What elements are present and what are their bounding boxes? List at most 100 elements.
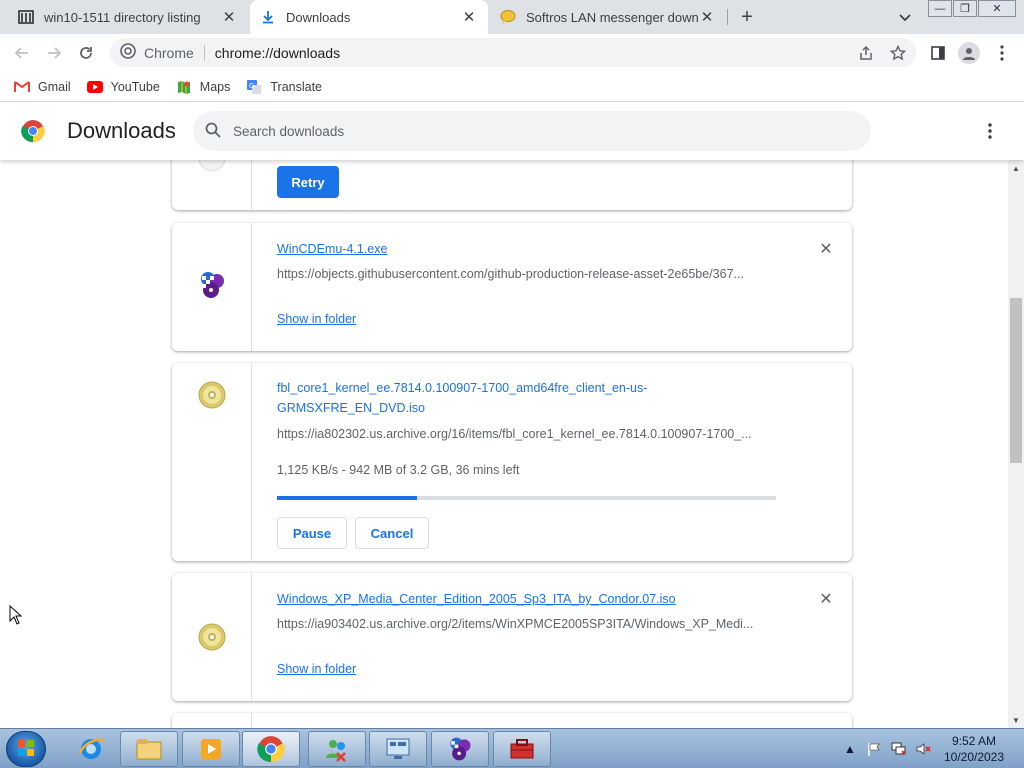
bookmark-youtube[interactable]: YouTube [86,79,160,95]
profile-avatar[interactable] [958,42,980,64]
disc-image-icon [196,379,228,411]
action-center-flag-icon[interactable] [864,729,884,768]
download-progress-bar [277,496,776,500]
scrollbar-thumb[interactable] [1010,298,1022,463]
file-url: https://ia903402.us.archive.org/2/items/… [277,617,754,631]
download-status: 1,125 KB/s - 942 MB of 3.2 GB, 36 mins l… [277,463,520,477]
browser-toolbar: Chrome chrome://downloads [0,34,1024,72]
url-text: chrome://downloads [214,44,341,61]
svg-text:G: G [249,82,254,90]
tab-directory-listing[interactable]: win10-1511 directory listing ✕ [8,0,248,34]
downloads-menu-icon[interactable] [980,121,1000,141]
page-title: Downloads [67,118,176,143]
file-url: https://objects.githubusercontent.com/gi… [277,267,744,281]
back-button[interactable] [12,43,32,63]
start-button[interactable] [6,731,46,767]
tab-title: Softros LAN messenger downloa [526,9,698,25]
maximize-button[interactable]: ❐ [953,0,977,17]
search-downloads-box[interactable] [193,111,871,151]
tab-downloads[interactable]: Downloads ✕ [250,0,488,34]
bookmark-label: YouTube [110,79,160,94]
chrome-taskbar-icon[interactable] [242,731,300,767]
download-item: fbl_core1_kernel_ee.7814.0.100907-1700_a… [172,363,852,561]
chrome-icon [120,43,136,62]
tab-search-icon[interactable] [896,8,914,26]
gmail-icon [14,79,30,95]
control-panel-icon[interactable] [369,731,427,767]
download-item: Windows_XP_Media_Center_Edition_2005_Sp3… [172,573,852,701]
close-tab-icon[interactable]: ✕ [220,8,238,26]
search-icon [205,122,221,141]
download-item [172,713,852,728]
remove-download-icon[interactable]: ✕ [818,591,834,608]
bookmark-maps[interactable]: Maps [176,79,231,95]
scrollbar[interactable]: ▲ ▼ [1008,160,1024,728]
clock-time: 9:52 AM [951,734,997,748]
retry-button[interactable]: Retry [277,166,339,198]
media-player-icon[interactable] [182,731,240,767]
show-hidden-icons-icon[interactable]: ▲ [842,729,858,768]
network-status-icon[interactable] [888,729,910,768]
download-icon [260,9,276,25]
mouse-cursor-icon [9,604,23,625]
volume-muted-icon[interactable] [912,729,934,768]
bookmark-label: Maps [199,79,231,94]
file-link[interactable]: WinCDEmu-4.1.exe [277,242,387,256]
taskbar: ▲ 9:52 AM 10/20/2023 [0,728,1024,768]
bookmark-label: Gmail [38,79,71,94]
download-icon-column [172,713,252,728]
scroll-down-arrow-icon[interactable]: ▼ [1011,715,1021,725]
scroll-up-arrow-icon[interactable]: ▲ [1011,163,1021,173]
close-tab-icon[interactable]: ✕ [460,8,478,26]
download-item: Retry [172,160,852,210]
close-tab-icon[interactable]: ✕ [698,8,716,26]
close-window-button[interactable]: ✕ [978,0,1016,17]
share-icon[interactable] [856,43,876,63]
translate-icon: G [246,79,262,95]
bookmark-star-icon[interactable] [888,43,908,63]
download-item: WinCDEmu-4.1.exe https://objects.githubu… [172,223,852,351]
explorer-taskbar-icon[interactable] [120,731,178,767]
minimize-button[interactable]: — [928,0,952,17]
downloads-header: Downloads [0,102,1024,160]
file-icon [196,160,228,174]
network-users-icon[interactable] [308,731,366,767]
omnibox-divider [203,44,205,61]
show-in-folder-link[interactable]: Show in folder [277,312,356,326]
address-bar[interactable]: Chrome chrome://downloads [110,38,916,67]
file-link[interactable]: Windows_XP_Media_Center_Edition_2005_Sp3… [277,592,676,606]
bookmark-translate[interactable]: G Translate [246,79,322,95]
tab-title: win10-1511 directory listing [44,9,201,25]
chrome-menu-icon[interactable] [992,43,1012,63]
tab-divider [727,9,728,25]
toolbox-icon[interactable] [493,731,551,767]
scheme-label: Chrome [144,44,194,61]
wincdemu-file-icon [196,269,228,301]
bookmark-gmail[interactable]: Gmail [14,79,71,95]
show-in-folder-link[interactable]: Show in folder [277,662,356,676]
side-panel-icon[interactable] [928,43,948,63]
archive-icon [18,9,34,25]
bookmark-label: Translate [270,79,323,94]
wincdemu-taskbar-icon[interactable] [431,731,489,767]
maps-icon [176,79,192,95]
tab-softros[interactable]: Softros LAN messenger downloa ✕ [490,0,726,34]
downloads-list: Retry WinCDEmu-4.1.exe https://objects.g… [0,160,1008,728]
new-tab-button[interactable]: + [736,6,758,28]
messenger-icon [500,9,516,25]
system-clock[interactable]: 9:52 AM 10/20/2023 [936,733,1012,765]
chrome-logo-icon [21,119,45,143]
remove-download-icon[interactable]: ✕ [818,241,834,258]
youtube-icon [86,79,103,95]
cancel-button[interactable]: Cancel [355,517,429,549]
search-input[interactable] [233,123,793,139]
clock-date: 10/20/2023 [943,750,1005,764]
internet-explorer-icon[interactable] [62,731,120,767]
reload-button[interactable] [76,43,96,63]
tab-title: Downloads [286,9,351,25]
pause-button[interactable]: Pause [277,517,347,549]
file-name: fbl_core1_kernel_ee.7814.0.100907-1700_a… [277,381,648,415]
tab-strip: win10-1511 directory listing ✕ Downloads… [0,0,1024,34]
file-url: https://ia802302.us.archive.org/16/items… [277,427,752,441]
forward-button[interactable] [44,43,64,63]
